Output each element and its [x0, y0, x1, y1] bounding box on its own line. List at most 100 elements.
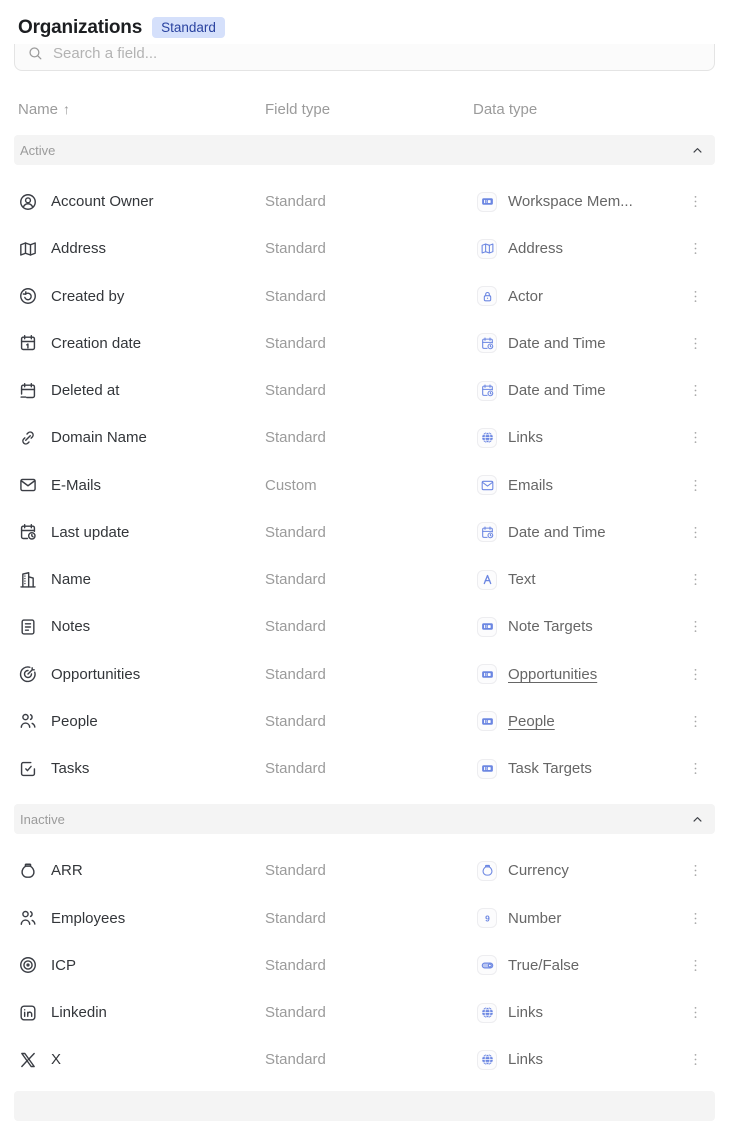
field-name-cell: X [14, 1050, 261, 1070]
field-name-cell: Address [14, 239, 261, 259]
field-row-opportunities[interactable]: Opportunities Standard Opportunities [14, 651, 715, 698]
field-name-label: Last update [51, 524, 129, 541]
field-row-notes[interactable]: Notes Standard Note Targets [14, 603, 715, 650]
field-row-created-by[interactable]: Created by Standard Actor [14, 273, 715, 320]
section-header-inactive[interactable]: Inactive [14, 804, 715, 834]
row-options-dots-icon[interactable] [683, 1048, 707, 1072]
field-name-label: E-Mails [51, 477, 101, 494]
data-type-chip [477, 664, 497, 684]
data-type-chip [477, 711, 497, 731]
field-row-address[interactable]: Address Standard Address [14, 225, 715, 272]
row-options-dots-icon[interactable] [683, 237, 707, 261]
field-name-cell: Creation date [14, 333, 261, 353]
data-type-cell: Currency [469, 861, 675, 881]
field-row-linkedin[interactable]: Linkedin Standard Links [14, 989, 715, 1036]
field-row-icp[interactable]: ICP Standard True/False [14, 942, 715, 989]
field-name-cell: Deleted at [14, 381, 261, 401]
data-type-cell: Text [469, 570, 675, 590]
data-type-label: Workspace Mem... [508, 193, 633, 210]
row-options-dots-icon[interactable] [683, 859, 707, 883]
map-icon [480, 241, 495, 256]
row-menu-cell [675, 757, 715, 781]
field-name-label: Employees [51, 910, 125, 927]
field-row-account-owner[interactable]: Account Owner Standard Workspace Mem... [14, 178, 715, 225]
toggle-icon [480, 958, 495, 973]
row-options-dots-icon[interactable] [683, 520, 707, 544]
field-row-deleted-at[interactable]: Deleted at Standard Date and Time [14, 367, 715, 414]
row-menu-cell [675, 1048, 715, 1072]
field-name-cell: Name [14, 570, 261, 590]
field-row-x[interactable]: X Standard Links [14, 1036, 715, 1083]
relation-icon [480, 619, 495, 634]
field-name-label: ARR [51, 862, 83, 879]
field-row-last-update[interactable]: Last update Standard Date and Time [14, 509, 715, 556]
data-type-cell: Links [469, 1003, 675, 1023]
row-options-dots-icon[interactable] [683, 473, 707, 497]
svg-text:9: 9 [485, 913, 490, 923]
data-type-chip [477, 428, 497, 448]
data-type-cell: Date and Time [469, 522, 675, 542]
row-options-dots-icon[interactable] [683, 906, 707, 930]
data-type-chip [477, 861, 497, 881]
field-name-cell: Linkedin [14, 1003, 261, 1023]
section-header-active[interactable]: Active [14, 135, 715, 165]
row-options-dots-icon[interactable] [683, 331, 707, 355]
field-type-cell: Standard [261, 524, 469, 541]
field-row-e-mails[interactable]: E-Mails Custom Emails [14, 462, 715, 509]
brand-x-icon [18, 1050, 38, 1070]
field-type-cell: Standard [261, 429, 469, 446]
field-name-label: Name [51, 571, 91, 588]
field-row-name[interactable]: Name Standard Text [14, 556, 715, 603]
field-name-label: Tasks [51, 760, 89, 777]
data-type-chip [477, 475, 497, 495]
column-header-name[interactable]: Name ↑ [14, 101, 261, 118]
lock-icon [480, 289, 495, 304]
data-type-chip [477, 759, 497, 779]
chevron-up-icon[interactable] [690, 812, 705, 827]
row-menu-cell [675, 237, 715, 261]
field-row-domain-name[interactable]: Domain Name Standard Links [14, 414, 715, 461]
field-type-cell: Standard [261, 335, 469, 352]
field-row-employees[interactable]: Employees Standard 9 Number [14, 895, 715, 942]
row-menu-cell [675, 331, 715, 355]
field-name-label: Notes [51, 618, 90, 635]
target-arrow-icon [18, 664, 38, 684]
data-type-cell: People [469, 711, 675, 731]
row-options-dots-icon[interactable] [683, 190, 707, 214]
data-type-label: Currency [508, 862, 569, 879]
field-type-label: Standard [265, 957, 326, 974]
field-row-creation-date[interactable]: Creation date Standard Date and Time [14, 320, 715, 367]
row-options-dots-icon[interactable] [683, 284, 707, 308]
row-options-dots-icon[interactable] [683, 615, 707, 639]
field-name-cell: ARR [14, 861, 261, 881]
field-name-cell: Last update [14, 522, 261, 542]
row-options-dots-icon[interactable] [683, 568, 707, 592]
data-type-label: Note Targets [508, 618, 593, 635]
row-menu-cell [675, 662, 715, 686]
data-type-label[interactable]: People [508, 713, 555, 730]
search-input[interactable] [53, 45, 702, 62]
chevron-up-icon[interactable] [690, 143, 705, 158]
data-type-chip: 9 [477, 908, 497, 928]
data-type-label[interactable]: Opportunities [508, 666, 597, 683]
field-type-label: Standard [265, 193, 326, 210]
section-header-partial[interactable] [14, 1091, 715, 1121]
field-name-label: People [51, 713, 98, 730]
row-options-dots-icon[interactable] [683, 953, 707, 977]
row-options-dots-icon[interactable] [683, 426, 707, 450]
row-options-dots-icon[interactable] [683, 1001, 707, 1025]
field-row-people[interactable]: People Standard People [14, 698, 715, 745]
calendar-clock-icon [480, 383, 495, 398]
field-type-label: Standard [265, 335, 326, 352]
row-options-dots-icon[interactable] [683, 709, 707, 733]
row-options-dots-icon[interactable] [683, 662, 707, 686]
field-type-label: Standard [265, 713, 326, 730]
globe-icon [480, 430, 495, 445]
row-options-dots-icon[interactable] [683, 379, 707, 403]
field-type-label: Standard [265, 288, 326, 305]
field-name-label: Domain Name [51, 429, 147, 446]
mail-icon [480, 478, 495, 493]
row-options-dots-icon[interactable] [683, 757, 707, 781]
field-row-arr[interactable]: ARR Standard Currency [14, 847, 715, 894]
field-row-tasks[interactable]: Tasks Standard Task Targets [14, 745, 715, 792]
